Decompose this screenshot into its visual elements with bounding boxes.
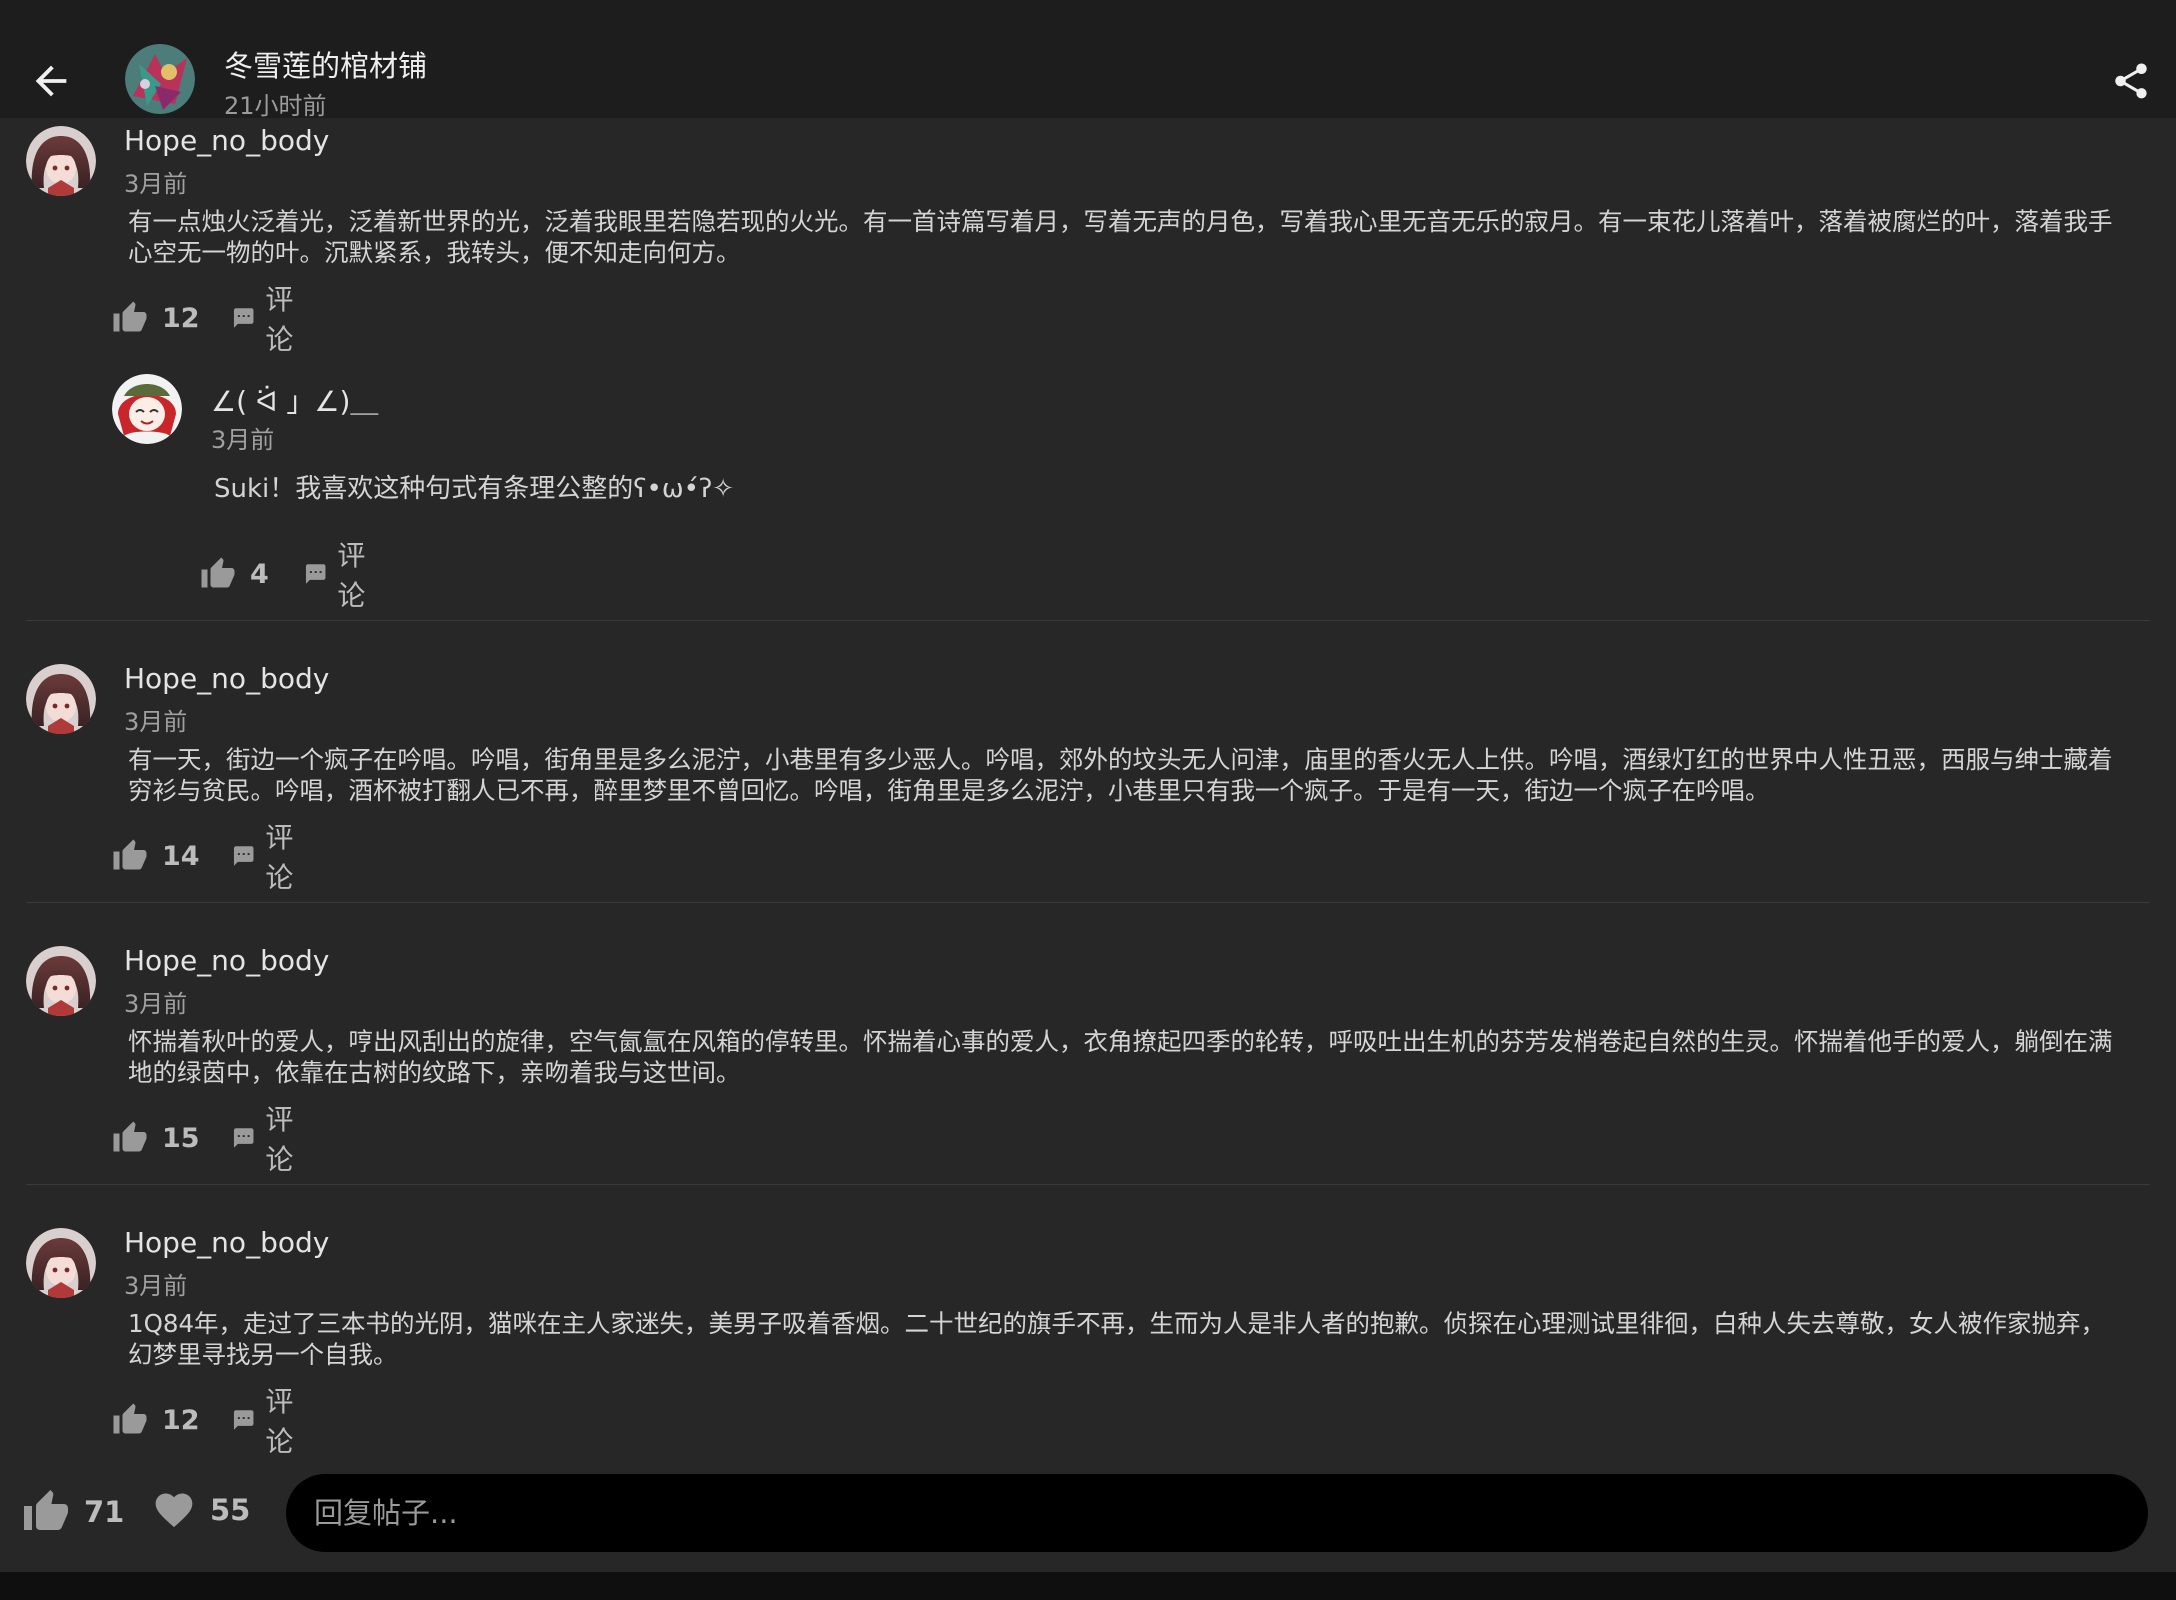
avatar[interactable] — [26, 1228, 96, 1298]
comment-time: 3月前 — [124, 1272, 188, 1300]
comment-time: 3月前 — [124, 708, 188, 736]
reply-label: 评论 — [265, 1103, 294, 1176]
like-count: 4 — [250, 558, 269, 590]
comment-icon — [233, 1410, 254, 1430]
post-title: 冬雪莲的棺材铺 — [224, 49, 428, 83]
thumbs-up-icon — [113, 1121, 147, 1152]
share-icon — [2115, 63, 2147, 99]
reply-post-input[interactable] — [286, 1474, 2148, 1552]
system-nav-strip — [0, 1572, 2176, 1600]
comment-icon — [233, 846, 254, 866]
like-button[interactable]: 12 — [112, 1400, 200, 1440]
comment-icon — [233, 1128, 254, 1148]
comment-text: 怀揣着秋叶的爱人，哼出风刮出的旋律，空气氤氲在风箱的停转里。怀揣着心事的爱人，衣… — [128, 1027, 2113, 1087]
like-count: 12 — [162, 1404, 200, 1436]
thumbs-up-icon — [113, 1403, 147, 1434]
avatar[interactable] — [26, 664, 96, 734]
thumbs-up-icon — [113, 839, 147, 870]
reply-author[interactable]: ∠( ᐛ 」∠)＿ — [211, 380, 378, 420]
comment-author[interactable]: Hope_no_body — [124, 944, 329, 977]
like-count: 14 — [162, 840, 200, 872]
bottom-action-bar: 71 55 — [0, 1470, 2176, 1572]
like-count: 15 — [162, 1122, 200, 1154]
like-button[interactable]: 14 — [112, 836, 200, 876]
reply-button[interactable]: 评论 — [232, 821, 304, 894]
reply-button[interactable]: 评论 — [232, 283, 304, 356]
top-bar: 冬雪莲的棺材铺 21小时前 — [0, 0, 2176, 120]
reply-button[interactable]: 评论 — [232, 1385, 304, 1458]
comment-icon — [305, 564, 326, 584]
comment-list[interactable]: Hope_no_body 3月前 有一点烛火泛着光，泛着新世界的光，泛着我眼里若… — [0, 118, 2176, 1470]
comment-text: 1Q84年，走过了三本书的光阴，猫咪在主人家迷失，美男子吸着香烟。二十世纪的旗手… — [128, 1309, 2106, 1369]
comment-time: 3月前 — [124, 990, 188, 1018]
reply-button[interactable]: 评论 — [304, 539, 376, 612]
post-detail-screen: 冬雪莲的棺材铺 21小时前 Hope_no_body 3月前 有一点烛火泛着光，… — [0, 0, 2176, 1600]
back-button[interactable] — [28, 58, 74, 104]
reply-time: 3月前 — [211, 426, 275, 454]
comment-text: 有一天，街边一个疯子在吟唱。吟唱，街角里是多么泥泞，小巷里有多少恶人。吟唱，郊外… — [128, 745, 2113, 805]
avatar[interactable] — [112, 374, 182, 444]
avatar[interactable] — [26, 126, 96, 196]
arrow-left-icon — [35, 65, 67, 97]
reply-label: 评论 — [265, 821, 294, 894]
comment-text: 有一点烛火泛着光，泛着新世界的光，泛着我眼里若隐若现的火光。有一首诗篇写着月，写… — [128, 207, 2113, 267]
post-favorite-button[interactable]: 55 — [152, 1488, 250, 1532]
share-button[interactable] — [2110, 60, 2152, 102]
reply-label: 评论 — [265, 283, 294, 356]
post-like-button[interactable]: 71 — [22, 1488, 124, 1536]
like-button[interactable]: 15 — [112, 1118, 200, 1158]
poster-avatar[interactable] — [125, 44, 195, 114]
divider — [26, 902, 2150, 903]
thumbs-up-icon — [24, 1490, 68, 1530]
comment-author[interactable]: Hope_no_body — [124, 1226, 329, 1259]
post-like-count: 71 — [84, 1495, 125, 1529]
comment-author[interactable]: Hope_no_body — [124, 662, 329, 695]
thumbs-up-icon — [201, 557, 235, 588]
comment-icon — [233, 308, 254, 328]
reply-label: 评论 — [265, 1385, 294, 1458]
heart-icon — [155, 1493, 193, 1528]
reply-text: Suki！我喜欢这种句式有条理公整的ʕ•ω•́ʔ✧ — [214, 474, 735, 504]
divider — [26, 620, 2150, 621]
comment-author[interactable]: Hope_no_body — [124, 124, 329, 157]
reply-button[interactable]: 评论 — [232, 1103, 304, 1176]
thumbs-up-icon — [113, 301, 147, 332]
like-count: 12 — [162, 302, 200, 334]
like-button[interactable]: 4 — [200, 554, 269, 594]
reply-label: 评论 — [337, 539, 366, 612]
comment-time: 3月前 — [124, 170, 188, 198]
divider — [26, 1184, 2150, 1185]
post-favorite-count: 55 — [210, 1493, 251, 1527]
post-time: 21小时前 — [224, 92, 327, 120]
avatar[interactable] — [26, 946, 96, 1016]
like-button[interactable]: 12 — [112, 298, 200, 338]
